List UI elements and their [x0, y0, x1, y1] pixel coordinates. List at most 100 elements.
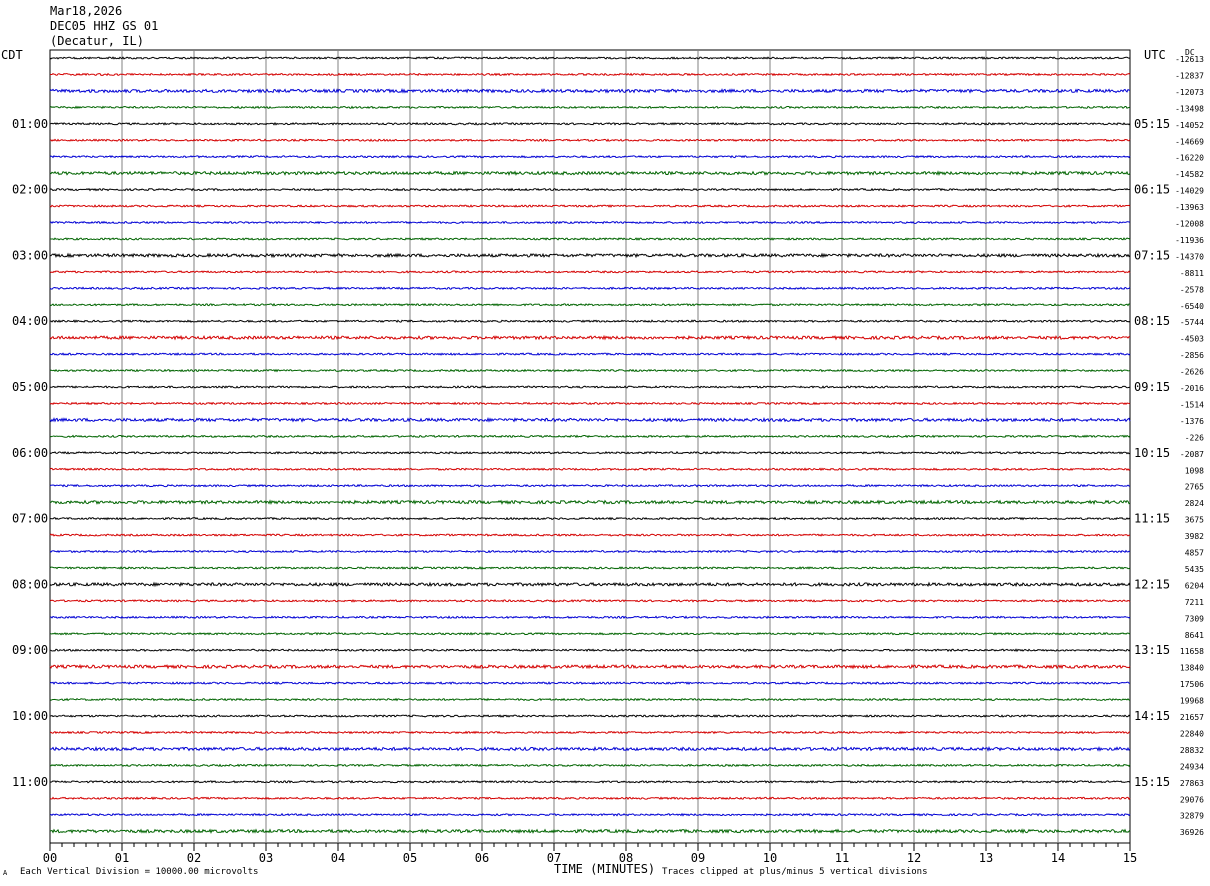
seismic-trace [49, 581, 1131, 588]
corner-marker: A [3, 869, 8, 877]
right-hour-label: 05:15 [1134, 117, 1170, 131]
dc-offset-label: 24934 [1180, 762, 1204, 771]
dc-offset-label: -12073 [1175, 88, 1204, 97]
right-hour-label: 06:15 [1134, 183, 1170, 197]
seismic-trace [49, 237, 1131, 241]
left-hour-label: 10:00 [12, 709, 48, 723]
right-hour-label: 15:15 [1134, 775, 1170, 789]
seismic-trace [49, 417, 1131, 423]
plot-frame [49, 49, 1131, 844]
left-hour-label: 07:00 [12, 512, 48, 526]
dc-offset-label: 8641 [1185, 631, 1204, 640]
dc-offset-label: -14029 [1175, 187, 1204, 196]
seismic-trace [49, 434, 1131, 439]
dc-offset-label: -13963 [1175, 203, 1204, 212]
seismic-trace [50, 72, 1131, 77]
x-axis-label: TIME (MINUTES) [554, 862, 656, 876]
right-hour-label: 13:15 [1134, 643, 1170, 657]
seismic-trace [49, 220, 1131, 225]
dc-offset-label: 7309 [1185, 614, 1204, 623]
seismic-trace [49, 549, 1131, 554]
seismic-trace [49, 302, 1131, 307]
dc-offset-label: -226 [1185, 433, 1204, 442]
dc-offset-label: -2626 [1180, 368, 1204, 377]
dc-offset-label: -13498 [1175, 104, 1204, 113]
right-hour-label: 09:15 [1134, 380, 1170, 394]
seismic-trace [49, 631, 1131, 636]
seismic-trace [49, 714, 1131, 718]
dc-offset-label: 13840 [1180, 664, 1204, 673]
dc-offset-label: 5435 [1185, 565, 1204, 574]
dc-offset-label: 1098 [1185, 466, 1204, 475]
x-tick-label: 02 [187, 851, 201, 865]
seismic-trace [49, 499, 1131, 506]
x-tick-label: 10 [763, 851, 777, 865]
dc-offset-label: 32879 [1180, 812, 1204, 821]
dc-offset-label: -11936 [1175, 236, 1204, 245]
seismic-trace [49, 88, 1131, 94]
dc-offset-label: -8811 [1180, 269, 1204, 278]
seismic-trace [49, 401, 1131, 406]
dc-offset-label: 17506 [1180, 680, 1204, 689]
right-hour-label: 08:15 [1134, 314, 1170, 328]
dc-offset-label: -12837 [1175, 71, 1204, 80]
right-hour-label: 11:15 [1134, 512, 1170, 526]
dc-offset-label: -6540 [1180, 302, 1204, 311]
seismic-trace [49, 334, 1131, 341]
seismic-trace [50, 516, 1131, 521]
left-hour-label: 04:00 [12, 314, 48, 328]
dc-offset-label: 28832 [1180, 746, 1204, 755]
seismic-trace [49, 270, 1131, 274]
x-tick-label: 11 [835, 851, 849, 865]
seismic-trace [49, 779, 1131, 784]
seismic-trace [49, 319, 1131, 324]
dc-offset-label: 3982 [1185, 532, 1204, 541]
dc-offset-label: -2578 [1180, 285, 1204, 294]
seismic-trace [49, 566, 1131, 570]
dc-offset-label: 11658 [1180, 647, 1204, 656]
x-tick-label: 12 [907, 851, 921, 865]
seismic-trace [49, 187, 1131, 192]
dc-offset-label: 19968 [1180, 697, 1204, 706]
dc-offset-label: -1514 [1180, 400, 1204, 409]
right-hour-label: 10:15 [1134, 446, 1170, 460]
seismogram-plot: 00 01 02 03 04 05 06 07 08 09 10 11 12 13 14 15 -12613-… [12, 49, 1204, 865]
x-tick-label: 09 [691, 851, 705, 865]
right-hour-label: 07:15 [1134, 248, 1170, 262]
left-hour-label: 08:00 [12, 577, 48, 591]
seismic-trace [49, 467, 1131, 472]
seismic-trace [49, 385, 1131, 389]
seismic-trace [49, 697, 1131, 702]
dc-offset-label: 2824 [1185, 499, 1204, 508]
right-hour-label: 12:15 [1134, 577, 1170, 591]
seismic-trace [49, 170, 1131, 177]
seismic-trace [49, 204, 1131, 208]
seismic-trace [49, 763, 1131, 768]
x-tick-label: 00 [43, 851, 57, 865]
seismic-trace [49, 663, 1131, 670]
seismic-trace [49, 599, 1131, 603]
seismic-trace [49, 745, 1131, 752]
left-hour-label: 03:00 [12, 248, 48, 262]
right-hour-label: 14:15 [1134, 709, 1170, 723]
dc-offset-label: -2087 [1180, 450, 1204, 459]
dc-offset-label: 4857 [1185, 549, 1204, 558]
seismic-trace [49, 286, 1131, 291]
dc-offset-label: -5744 [1180, 318, 1204, 327]
seismic-trace [49, 121, 1131, 126]
dc-offset-label: 6204 [1185, 581, 1204, 590]
seismic-trace [49, 450, 1131, 455]
seismic-trace [49, 812, 1131, 817]
clip-note: Traces clipped at plus/minus 5 vertical … [662, 867, 928, 877]
x-tick-label: 04 [331, 851, 345, 865]
dc-offset-label: -12613 [1175, 55, 1204, 64]
scale-note: Each Vertical Division = 10000.00 microv… [20, 867, 259, 877]
left-hour-label: 01:00 [12, 117, 48, 131]
dc-offset-label: -2856 [1180, 351, 1204, 360]
x-tick-label: 03 [259, 851, 273, 865]
seismic-trace [49, 56, 1131, 60]
seismic-trace [49, 352, 1131, 357]
dc-offset-label: 7211 [1185, 598, 1204, 607]
left-hour-label: 11:00 [12, 775, 48, 789]
dc-offset-label: 3675 [1185, 516, 1204, 525]
